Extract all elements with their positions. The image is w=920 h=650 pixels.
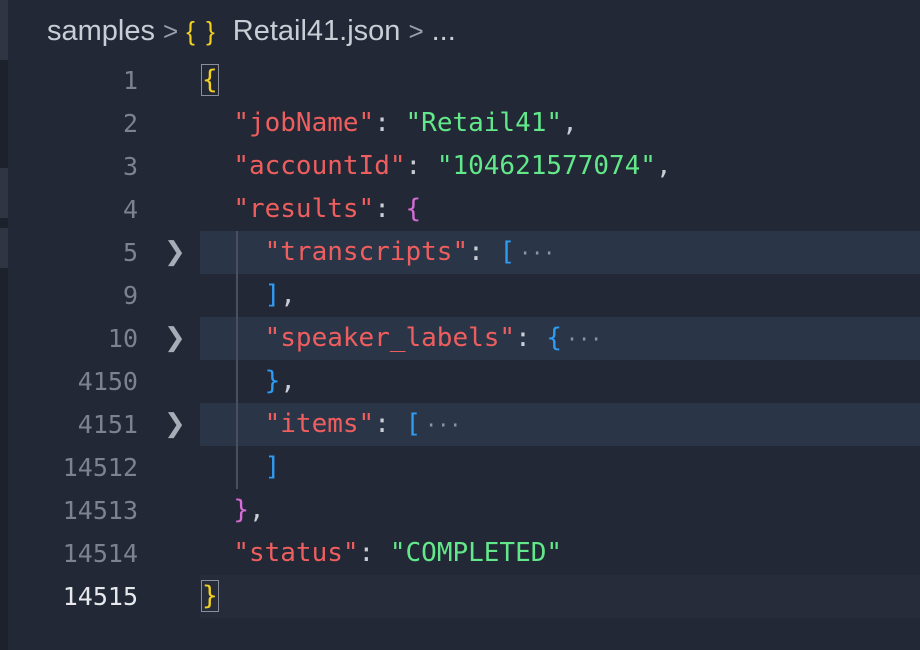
line-number: 1 <box>122 66 138 95</box>
line-number: 4151 <box>77 410 138 439</box>
code-text: } <box>201 575 219 618</box>
code-text: }, <box>264 366 296 396</box>
code-text: { <box>201 59 219 102</box>
code-text: ], <box>264 280 296 310</box>
code-text: "transcripts": [··· <box>264 237 556 267</box>
json-string: "104621577074" <box>436 151 656 181</box>
fold-ellipsis[interactable]: ··· <box>519 241 555 265</box>
code-text: }, <box>233 495 265 525</box>
code-line[interactable]: 14512 ] <box>0 446 920 489</box>
code-text: ] <box>202 446 281 489</box>
code-line[interactable]: 4 "results": { <box>0 188 920 231</box>
open-bracket: [ <box>405 409 422 439</box>
json-icon: { } <box>186 15 217 46</box>
open-brace: { <box>405 194 422 224</box>
chevron-right-icon[interactable]: ❯ <box>164 403 186 446</box>
line-number: 5 <box>122 238 138 267</box>
code-line[interactable]: 1 { <box>0 59 920 102</box>
close-brace: } <box>201 580 219 612</box>
fold-ellipsis[interactable]: ··· <box>566 327 602 351</box>
line-number: 14514 <box>62 539 138 568</box>
breadcrumb-folder[interactable]: samples <box>47 15 155 48</box>
line-number: 3 <box>122 152 138 181</box>
code-text: "results": { <box>233 194 422 224</box>
json-key: "status" <box>233 538 359 568</box>
code-line-folded[interactable]: 4151 ❯ "items": [··· <box>0 403 920 446</box>
code-text: "accountId": "104621577074", <box>233 151 672 181</box>
json-key: "jobName" <box>233 108 375 138</box>
code-text: "jobName": "Retail41", <box>233 108 578 138</box>
chevron-right-icon: > <box>163 15 179 46</box>
line-number: 4 <box>122 195 138 224</box>
chevron-right-icon[interactable]: ❯ <box>164 231 186 274</box>
chevron-right-icon: > <box>408 15 424 46</box>
open-bracket: [ <box>499 237 516 267</box>
json-key: "speaker_labels" <box>264 323 516 353</box>
code-line[interactable]: 14514 "status": "COMPLETED" <box>0 532 920 575</box>
code-line-folded[interactable]: 5 ❯ "transcripts": [··· <box>0 231 920 274</box>
line-number: 10 <box>107 324 138 353</box>
code-line-folded[interactable]: 10 ❯ "speaker_labels": {··· <box>0 317 920 360</box>
breadcrumb-more[interactable]: ... <box>432 15 456 48</box>
open-brace: { <box>546 323 563 353</box>
code-line-current[interactable]: 14515 } <box>0 575 920 618</box>
chevron-right-icon[interactable]: ❯ <box>164 317 186 360</box>
line-number: 14512 <box>62 453 138 482</box>
close-brace: } <box>233 495 249 525</box>
code-text: "status": "COMPLETED" <box>233 538 563 568</box>
json-key: "accountId" <box>233 151 406 181</box>
fold-ellipsis[interactable]: ··· <box>425 413 461 437</box>
line-number: 2 <box>122 109 138 138</box>
close-brace: } <box>264 366 281 396</box>
code-line[interactable]: 14513 }, <box>0 489 920 532</box>
json-key: "items" <box>264 409 375 439</box>
code-text: "items": [··· <box>264 409 462 439</box>
code-line[interactable]: 3 "accountId": "104621577074", <box>0 145 920 188</box>
json-string: "Retail41" <box>405 108 563 138</box>
open-brace: { <box>201 64 219 96</box>
line-number: 14515 <box>62 582 138 611</box>
json-string: "COMPLETED" <box>389 538 563 568</box>
code-line[interactable]: 9 ], <box>0 274 920 317</box>
json-key: "transcripts" <box>264 237 469 267</box>
line-number: 4150 <box>77 367 138 396</box>
code-line[interactable]: 4150 }, <box>0 360 920 403</box>
line-number: 14513 <box>62 496 138 525</box>
line-number: 9 <box>122 281 138 310</box>
code-text: "speaker_labels": {··· <box>264 323 603 353</box>
json-key: "results" <box>233 194 375 224</box>
code-editor[interactable]: 1 { 2 "jobName": "Retail41", 3 "accountI… <box>0 59 920 650</box>
breadcrumb: samples > { } Retail41.json > ... <box>0 0 920 62</box>
breadcrumb-file[interactable]: Retail41.json <box>233 15 401 48</box>
code-line[interactable]: 2 "jobName": "Retail41", <box>0 102 920 145</box>
close-bracket: ] <box>264 452 281 482</box>
close-bracket: ] <box>264 280 281 310</box>
